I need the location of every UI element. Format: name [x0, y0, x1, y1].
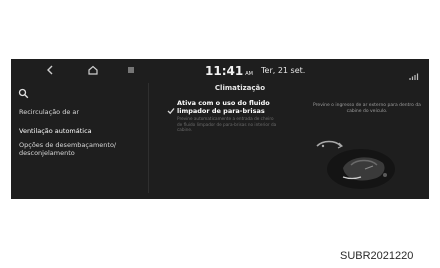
signal-icon — [409, 66, 419, 85]
menu-icon[interactable] — [123, 62, 139, 78]
clock-ampm: AM — [245, 71, 253, 77]
sidebar-item-desembacamento[interactable]: Opções de desembaçamento/ desconjelament… — [19, 141, 144, 157]
airflow-arrow-icon — [316, 140, 342, 147]
info-text: Previne o ingresso de ar externo para de… — [313, 103, 421, 114]
date-label: Ter, 21 set. — [261, 66, 306, 75]
clock: 11:41 AM — [205, 64, 253, 78]
panel-divider — [148, 83, 149, 193]
clock-time: 11:41 — [205, 64, 244, 78]
top-bar: 11:41 AM Ter, 21 set. — [11, 59, 429, 81]
sidebar-item-ventilacao[interactable]: Ventilação automática — [19, 127, 92, 135]
back-chevron-icon[interactable] — [42, 62, 58, 78]
sidebar-item-recirculacao[interactable]: Recirculação de ar — [19, 108, 79, 116]
infotainment-screen: 11:41 AM Ter, 21 set. Recirculação de ar … — [11, 59, 429, 199]
image-code-caption: SUBR2021220 — [340, 250, 414, 262]
home-icon[interactable] — [85, 62, 101, 78]
checkmark-icon[interactable] — [167, 100, 175, 119]
search-icon[interactable] — [18, 84, 29, 103]
option-washer-fluid-label[interactable]: Ativa com o uso do fluido limpador de pa… — [177, 99, 293, 115]
page-title: Climatização — [214, 84, 266, 92]
option-description: Previne automaticamente a entrada de che… — [177, 116, 277, 132]
vehicle-illustration — [299, 119, 409, 194]
